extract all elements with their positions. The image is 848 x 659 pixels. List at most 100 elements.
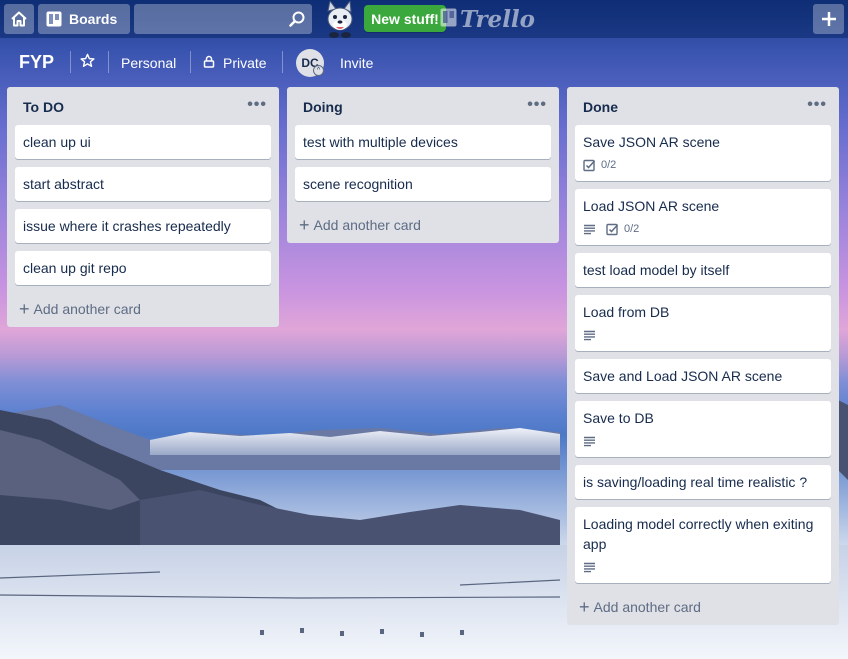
header-divider (108, 51, 109, 73)
card[interactable]: scene recognition (295, 167, 551, 201)
description-icon (583, 562, 596, 573)
home-button[interactable] (4, 4, 34, 34)
card-title: is saving/loading real time realistic ? (583, 474, 808, 490)
description-badge (583, 224, 596, 235)
card[interactable]: clean up ui (15, 125, 271, 159)
plus-icon (821, 11, 837, 27)
search-field[interactable] (134, 4, 312, 34)
description-icon (583, 436, 596, 447)
card-badges: 0/2 (583, 156, 823, 174)
card-title: test with multiple devices (303, 134, 458, 150)
list-done: Done ••• Save JSON AR scene 0/2 Load JSO… (567, 87, 839, 625)
description-badge (583, 562, 596, 573)
card[interactable]: clean up git repo (15, 251, 271, 285)
card[interactable]: issue where it crashes repeatedly (15, 209, 271, 243)
card-title: Save to DB (583, 410, 654, 426)
list-title[interactable]: Doing (303, 99, 343, 115)
mascot-icon[interactable] (320, 0, 360, 38)
board-title[interactable]: FYP (19, 52, 54, 73)
header-divider (282, 51, 283, 73)
list-menu-icon[interactable]: ••• (807, 96, 827, 114)
privacy-button[interactable]: Private (203, 55, 267, 71)
card-list: Save JSON AR scene 0/2 Load JSON AR scen… (567, 125, 839, 583)
description-badge (583, 436, 596, 447)
description-icon (583, 224, 596, 235)
card[interactable]: is saving/loading real time realistic ? (575, 465, 831, 499)
search-input[interactable] (134, 4, 312, 34)
card-title: Load from DB (583, 304, 670, 320)
checklist-count: 0/2 (601, 159, 617, 171)
card-list: clean up ui start abstract issue where i… (7, 125, 279, 285)
card-title: Save and Load JSON AR scene (583, 368, 783, 384)
list-title[interactable]: Done (583, 99, 618, 115)
card-title: scene recognition (303, 176, 413, 192)
card-title: Save JSON AR scene (583, 134, 720, 150)
boards-button[interactable]: Boards (38, 4, 130, 34)
home-icon (10, 10, 28, 28)
card[interactable]: Save and Load JSON AR scene (575, 359, 831, 393)
create-button[interactable] (813, 4, 844, 34)
card[interactable]: Load from DB (575, 295, 831, 351)
add-card-label: Add another card (593, 599, 701, 615)
card-list: test with multiple devices scene recogni… (287, 125, 559, 201)
card-title: test load model by itself (583, 262, 730, 278)
list-todo: To DO ••• clean up ui start abstract iss… (7, 87, 279, 327)
invite-button[interactable]: Invite (340, 55, 373, 71)
add-card-button[interactable]: + Add another card (287, 207, 559, 243)
checklist-badge: 0/2 (583, 155, 616, 175)
list-menu-icon[interactable]: ••• (527, 96, 547, 114)
header-divider (70, 51, 71, 73)
visibility-label: Private (223, 55, 267, 71)
card[interactable]: Loading model correctly when exiting app (575, 507, 831, 583)
trello-logo-text: Trello (460, 5, 536, 33)
top-navigation-bar: Boards New stuff! Trello (0, 0, 848, 38)
lock-icon (203, 55, 215, 71)
boards-icon (46, 11, 62, 27)
card-badges (583, 432, 823, 450)
add-card-button[interactable]: + Add another card (567, 589, 839, 625)
star-button[interactable] (80, 53, 95, 71)
card[interactable]: Save to DB (575, 401, 831, 457)
list-doing: Doing ••• test with multiple devices sce… (287, 87, 559, 243)
search-icon[interactable] (289, 11, 305, 30)
card-badges: 0/2 (583, 220, 823, 238)
card-title: issue where it crashes repeatedly (23, 218, 231, 234)
add-card-label: Add another card (33, 301, 141, 317)
list-header: To DO ••• (7, 87, 279, 125)
card-title: clean up git repo (23, 260, 127, 276)
team-label: Personal (121, 55, 177, 71)
checklist-count: 0/2 (624, 223, 640, 235)
board-header: FYP Personal Private DC ^ Invite (0, 38, 848, 86)
header-divider (190, 51, 191, 73)
trello-logo[interactable]: Trello (440, 4, 535, 34)
list-title[interactable]: To DO (23, 99, 64, 115)
card[interactable]: start abstract (15, 167, 271, 201)
list-header: Done ••• (567, 87, 839, 125)
plus-icon: + (299, 215, 310, 235)
card[interactable]: Save JSON AR scene 0/2 (575, 125, 831, 181)
add-card-label: Add another card (313, 217, 421, 233)
checklist-icon (583, 159, 596, 172)
add-card-button[interactable]: + Add another card (7, 291, 279, 327)
card[interactable]: test load model by itself (575, 253, 831, 287)
card-title: Load JSON AR scene (583, 198, 720, 214)
card[interactable]: test with multiple devices (295, 125, 551, 159)
card-title: clean up ui (23, 134, 91, 150)
team-visibility-button[interactable]: Personal (121, 55, 176, 71)
card[interactable]: Load JSON AR scene 0/2 (575, 189, 831, 245)
card-badges (583, 326, 823, 344)
list-menu-icon[interactable]: ••• (247, 96, 267, 114)
plus-icon: + (19, 299, 30, 319)
description-icon (583, 330, 596, 341)
list-header: Doing ••• (287, 87, 559, 125)
plus-icon: + (579, 597, 590, 617)
new-stuff-button[interactable]: New stuff! (364, 5, 446, 32)
card-title: Loading model correctly when exiting app (583, 516, 814, 552)
checklist-icon (606, 223, 619, 236)
trello-logo-icon (440, 6, 457, 33)
card-badges (583, 558, 823, 576)
admin-badge-icon: ^ (313, 65, 324, 76)
star-icon (80, 53, 95, 71)
invite-label: Invite (340, 55, 374, 71)
card-title: start abstract (23, 176, 104, 192)
